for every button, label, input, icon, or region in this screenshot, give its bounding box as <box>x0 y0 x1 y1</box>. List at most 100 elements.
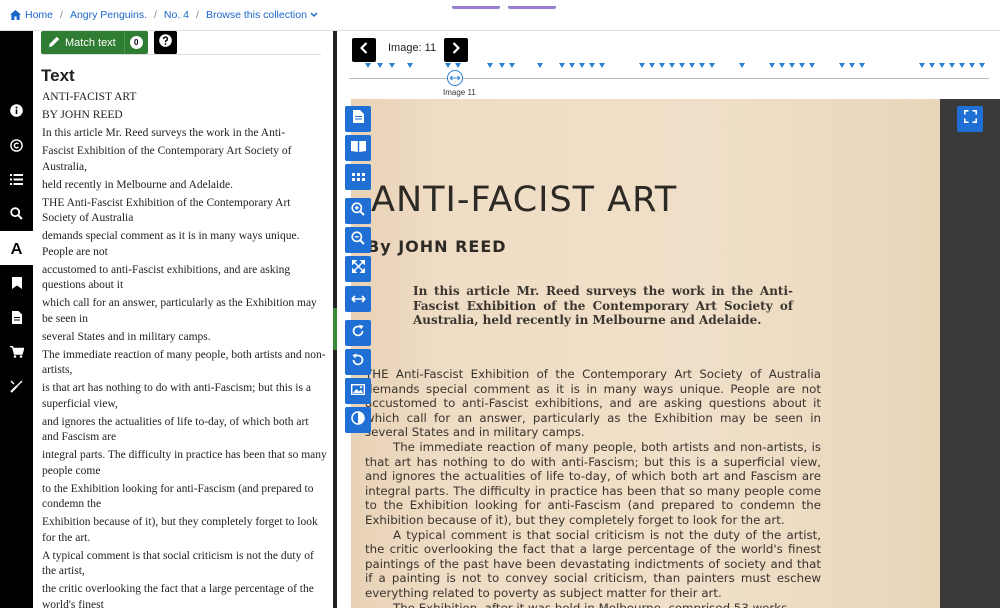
transcription-line[interactable]: held recently in Melbourne and Adelaide. <box>42 178 327 194</box>
zoom-out-button[interactable] <box>345 227 371 253</box>
timeline-page-marker[interactable] <box>389 63 395 68</box>
breadcrumb: Home / Angry Penguins. / No. 4 / Browse … <box>0 0 1000 31</box>
timeline-page-marker[interactable] <box>487 63 493 68</box>
copyright-icon[interactable] <box>0 128 33 162</box>
transcription-line[interactable]: In this article Mr. Reed surveys the wor… <box>42 126 327 142</box>
transcription-line[interactable]: THE Anti-Fascist Exhibition of the Conte… <box>42 196 327 227</box>
timeline-page-marker[interactable] <box>789 63 795 68</box>
transcription-line[interactable]: the critic overlooking the fact that a l… <box>42 582 327 608</box>
timeline-page-marker[interactable] <box>709 63 715 68</box>
timeline-page-marker[interactable] <box>839 63 845 68</box>
timeline-page-marker[interactable] <box>537 63 543 68</box>
timeline-page-marker[interactable] <box>377 63 383 68</box>
rotate-left-button[interactable] <box>345 349 371 375</box>
timeline-page-marker[interactable] <box>969 63 975 68</box>
timeline-page-marker[interactable] <box>949 63 955 68</box>
grid-view-button[interactable] <box>345 164 371 190</box>
timeline-page-marker[interactable] <box>559 63 565 68</box>
transcription-line[interactable]: integral parts. The difficulty in practi… <box>42 448 327 479</box>
transcription-line[interactable]: is that art has nothing to do with anti-… <box>42 381 327 412</box>
fit-width-button[interactable] <box>345 286 371 312</box>
timeline-page-marker[interactable] <box>669 63 675 68</box>
search-icon[interactable] <box>0 196 33 230</box>
timeline-page-marker[interactable] <box>799 63 805 68</box>
timeline-page-marker[interactable] <box>929 63 935 68</box>
list-icon[interactable] <box>0 162 33 196</box>
previous-image-button[interactable] <box>352 38 376 62</box>
timeline-page-marker[interactable] <box>365 63 371 68</box>
timeline-page-marker[interactable] <box>445 63 451 68</box>
transcription-line[interactable]: several States and in military camps. <box>42 330 327 346</box>
match-text-button[interactable]: Match text <box>41 31 124 54</box>
left-icon-rail <box>0 31 33 608</box>
timeline-page-marker[interactable] <box>649 63 655 68</box>
match-count-badge[interactable]: 0 <box>123 31 148 54</box>
timeline-page-marker[interactable] <box>919 63 925 68</box>
timeline-page-marker[interactable] <box>407 63 413 68</box>
transcription-line[interactable]: demands special comment as it is in many… <box>42 229 327 260</box>
top-tab-indicator[interactable] <box>508 6 556 9</box>
info-icon[interactable] <box>0 93 33 127</box>
timeline-page-marker[interactable] <box>639 63 645 68</box>
transcription-line[interactable]: which call for an answer, particularly a… <box>42 296 327 327</box>
browse-collection-dropdown[interactable]: Browse this collection <box>206 9 307 21</box>
timeline-page-marker[interactable] <box>499 63 505 68</box>
cart-icon[interactable] <box>0 335 33 369</box>
rotate-right-button[interactable] <box>345 320 371 346</box>
help-button[interactable] <box>153 31 177 54</box>
transcription-line[interactable]: Fascist Exhibition of the Contemporary A… <box>42 144 327 175</box>
image-adjust-button[interactable] <box>345 378 371 404</box>
text-icon[interactable] <box>0 231 33 265</box>
fit-page-button[interactable] <box>345 256 371 282</box>
transcription-lines: ANTI-FACIST ART BY JOHN REED In this artic… <box>42 90 327 608</box>
timeline-page-marker[interactable] <box>849 63 855 68</box>
transcription-line[interactable]: BY JOHN REED <box>42 108 327 124</box>
page-view-button[interactable] <box>345 106 371 132</box>
transcription-line[interactable]: The immediate reaction of many people, b… <box>42 348 327 379</box>
transcription-line[interactable]: and ignores the actualities of life to-d… <box>42 415 327 446</box>
transcription-line[interactable]: accustomed to anti-Fascist exhibitions, … <box>42 263 327 294</box>
timeline-page-marker[interactable] <box>739 63 745 68</box>
timeline-page-marker[interactable] <box>699 63 705 68</box>
timeline-page-marker[interactable] <box>769 63 775 68</box>
timeline-page-marker[interactable] <box>959 63 965 68</box>
fullscreen-button[interactable] <box>957 106 983 132</box>
transcription-line[interactable]: Exhibition because of it), but they comp… <box>42 515 327 546</box>
bookmark-icon[interactable] <box>0 266 33 300</box>
home-icon[interactable] <box>10 10 21 20</box>
breadcrumb-issue-link[interactable]: No. 4 <box>164 9 189 21</box>
image-number-label: Image: 11 <box>388 42 437 54</box>
transcription-line[interactable]: to the Exhibition looking for anti-Fasci… <box>42 482 327 513</box>
timeline-page-marker[interactable] <box>979 63 985 68</box>
timeline-page-marker[interactable] <box>579 63 585 68</box>
tools-icon[interactable] <box>0 369 33 403</box>
page-scan-image[interactable]: ANTI-FACIST ART By JOHN REED In this art… <box>351 99 1000 608</box>
match-text-label: Match text <box>65 36 116 49</box>
timeline-page-marker[interactable] <box>939 63 945 68</box>
timeline-page-marker[interactable] <box>455 63 461 68</box>
timeline-page-marker[interactable] <box>679 63 685 68</box>
top-tab-indicator[interactable] <box>452 6 500 9</box>
timeline-page-marker[interactable] <box>589 63 595 68</box>
timeline-page-marker[interactable] <box>779 63 785 68</box>
book-view-button[interactable] <box>345 135 371 161</box>
next-image-button[interactable] <box>444 38 468 62</box>
document-icon[interactable] <box>0 300 33 334</box>
timeline-page-marker[interactable] <box>599 63 605 68</box>
zoom-in-button[interactable] <box>345 198 371 224</box>
transcription-line[interactable]: ANTI-FACIST ART <box>42 90 327 106</box>
timeline-page-marker[interactable] <box>859 63 865 68</box>
text-panel-heading: Text <box>41 66 75 85</box>
chevron-down-icon[interactable] <box>310 12 318 18</box>
timeline-page-marker[interactable] <box>689 63 695 68</box>
timeline-page-marker[interactable] <box>509 63 515 68</box>
timeline-track[interactable] <box>349 78 989 79</box>
breadcrumb-collection-link[interactable]: Angry Penguins. <box>70 9 147 21</box>
timeline-page-marker[interactable] <box>809 63 815 68</box>
timeline-current-marker[interactable] <box>447 70 463 86</box>
breadcrumb-home-link[interactable]: Home <box>25 9 53 21</box>
timeline-page-marker[interactable] <box>569 63 575 68</box>
contrast-button[interactable] <box>345 407 371 433</box>
transcription-line[interactable]: A typical comment is that social critici… <box>42 549 327 580</box>
timeline-page-marker[interactable] <box>659 63 665 68</box>
